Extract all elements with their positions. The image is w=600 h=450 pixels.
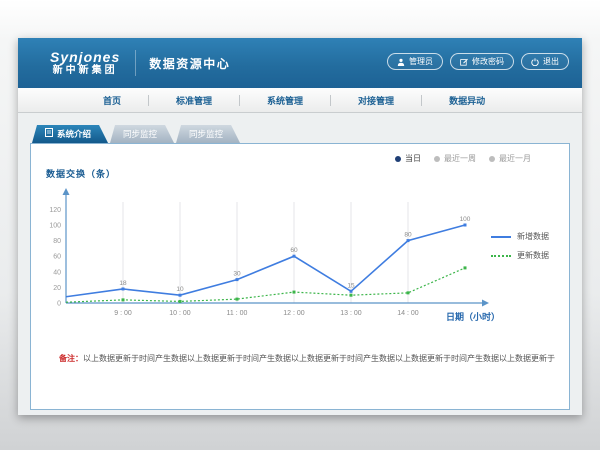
tab-system-intro[interactable]: 系统介绍 (32, 125, 108, 143)
power-icon (531, 58, 539, 66)
company-logo: Synjones 新中新集团 (50, 50, 120, 77)
x-axis-title: 日期（小时） (446, 310, 500, 323)
svg-text:60: 60 (290, 247, 298, 254)
edit-icon (460, 58, 468, 66)
y-axis-title: 数据交换（条） (46, 167, 116, 180)
chart-panel: 当日 最近一周 最近一月 数据交换（条） 0 20 40 60 80 100 120 9 : … (30, 143, 570, 410)
time-range-filters: 当日 最近一周 最近一月 (395, 153, 531, 164)
radio-dot-icon (395, 156, 401, 162)
app-window: Synjones 新中新集团 数据资源中心 管理员 修改密码 (18, 38, 582, 415)
svg-text:100: 100 (49, 223, 61, 230)
filter-last-month[interactable]: 最近一月 (489, 153, 531, 164)
svg-text:9 : 00: 9 : 00 (114, 310, 132, 317)
nav-item-system-mgmt[interactable]: 系统管理 (240, 94, 330, 107)
change-password-button[interactable]: 修改密码 (450, 53, 514, 70)
radio-dot-icon (434, 156, 440, 162)
tab-bar: 系统介绍 同步监控 同步监控 (18, 113, 582, 143)
logout-label: 退出 (543, 56, 559, 67)
legend-item-updated-data: 更新数据 (491, 250, 549, 261)
nav-item-standard-mgmt[interactable]: 标准管理 (149, 94, 239, 107)
legend-label: 更新数据 (517, 250, 549, 261)
svg-text:80: 80 (53, 238, 61, 245)
tab-label: 同步监控 (123, 126, 157, 143)
svg-text:100: 100 (460, 216, 471, 223)
app-header: Synjones 新中新集团 数据资源中心 管理员 修改密码 (18, 38, 582, 88)
legend-label: 新增数据 (517, 231, 549, 242)
current-user-button[interactable]: 管理员 (387, 53, 443, 70)
nav-item-home[interactable]: 首页 (76, 94, 148, 107)
chart-legend: 新增数据 更新数据 (491, 231, 549, 261)
logo-text-cn: 新中新集团 (50, 65, 120, 77)
footer-note: 备注：以上数据更新于时间产生数据以上数据更新于时间产生数据以上数据更新于时间产生… (59, 353, 571, 364)
svg-text:15: 15 (347, 282, 355, 289)
tab-label: 系统介绍 (57, 126, 91, 143)
logout-button[interactable]: 退出 (521, 53, 569, 70)
svg-text:10: 10 (176, 286, 184, 293)
svg-text:12 : 00: 12 : 00 (283, 310, 305, 317)
document-icon (45, 126, 53, 143)
svg-text:14 : 00: 14 : 00 (397, 310, 419, 317)
note-prefix: 备注： (59, 354, 83, 363)
tab-sync-monitor-1[interactable]: 同步监控 (110, 125, 174, 143)
main-nav: 首页 标准管理 系统管理 对接管理 数据异动 (18, 88, 582, 113)
filter-label: 当日 (405, 153, 421, 164)
note-text: 以上数据更新于时间产生数据以上数据更新于时间产生数据以上数据更新于时间产生数据以… (83, 354, 555, 363)
page-title: 数据资源中心 (149, 55, 230, 72)
svg-text:10 : 00: 10 : 00 (169, 310, 191, 317)
svg-text:13 : 00: 13 : 00 (340, 310, 362, 317)
nav-item-data-change[interactable]: 数据异动 (422, 94, 512, 107)
svg-text:120: 120 (49, 207, 61, 214)
user-label: 管理员 (409, 56, 433, 67)
svg-text:40: 40 (53, 269, 61, 276)
dotted-line-icon (491, 255, 511, 257)
radio-dot-icon (489, 156, 495, 162)
tab-sync-monitor-2[interactable]: 同步监控 (176, 125, 240, 143)
tab-label: 同步监控 (189, 126, 223, 143)
svg-text:11 : 00: 11 : 00 (227, 310, 248, 317)
change-password-label: 修改密码 (472, 56, 504, 67)
logo-text-en: Synjones (50, 50, 120, 65)
svg-text:20: 20 (53, 285, 61, 292)
filter-label: 最近一月 (499, 153, 531, 164)
filter-label: 最近一周 (444, 153, 476, 164)
legend-item-new-data: 新增数据 (491, 231, 549, 242)
content-area: 系统介绍 同步监控 同步监控 当日 最近一周 (18, 113, 582, 415)
user-icon (397, 58, 405, 66)
solid-line-icon (491, 236, 511, 238)
nav-item-interface-mgmt[interactable]: 对接管理 (331, 94, 421, 107)
filter-last-week[interactable]: 最近一周 (434, 153, 476, 164)
header-divider (135, 50, 136, 76)
svg-text:60: 60 (53, 254, 61, 261)
filter-today[interactable]: 当日 (395, 153, 421, 164)
svg-text:18: 18 (119, 280, 127, 287)
svg-text:80: 80 (404, 232, 412, 239)
svg-text:30: 30 (233, 271, 241, 278)
header-actions: 管理员 修改密码 退出 (387, 53, 569, 70)
line-chart: 0204060801001209 : 0010 : 0011 : 0012 : … (55, 186, 495, 326)
svg-text:0: 0 (57, 301, 61, 308)
